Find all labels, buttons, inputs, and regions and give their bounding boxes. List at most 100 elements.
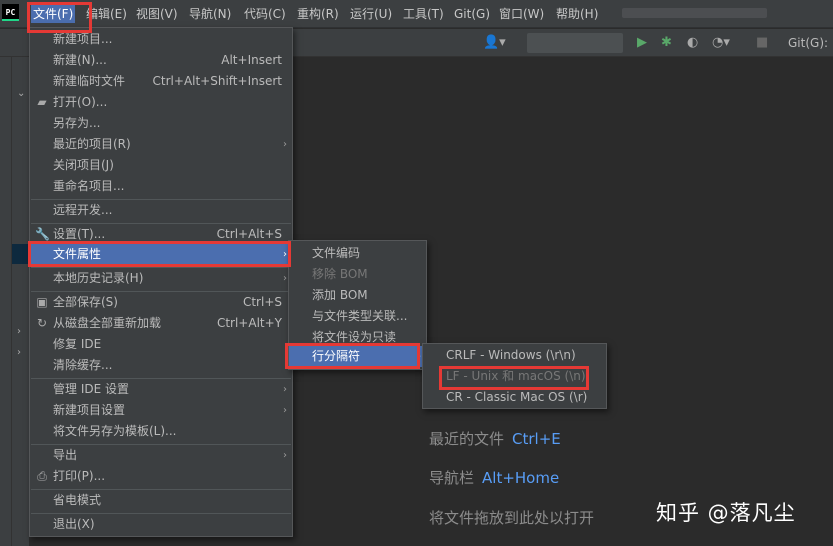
menu-item-close-project[interactable]: 关闭项目(J) <box>30 155 292 176</box>
menu-item-new-scratch-file[interactable]: 新建临时文件 Ctrl+Alt+Shift+Insert <box>30 71 292 92</box>
chevron-right-icon: › <box>283 450 287 461</box>
menu-item-label: 管理 IDE 设置 <box>53 382 129 396</box>
pycharm-logo-icon: PC <box>2 4 19 21</box>
chevron-right-icon: › <box>283 139 287 150</box>
menu-item-reload-all-from-disk[interactable]: ↻ 从磁盘全部重新加载 Ctrl+Alt+Y <box>30 313 292 334</box>
run-icon[interactable]: ▶ <box>637 35 647 51</box>
menu-refactor[interactable]: 重构(R) <box>297 5 339 23</box>
menu-item-save-file-as-template[interactable]: 将文件另存为模板(L)... <box>30 421 292 442</box>
menu-item-label: 新建(N)... <box>53 53 107 67</box>
menu-item-export[interactable]: 导出 › <box>30 445 292 466</box>
menu-help[interactable]: 帮助(H) <box>556 5 598 23</box>
stop-icon[interactable]: ■ <box>756 35 768 51</box>
menu-item-file-encoding[interactable]: 文件编码 <box>289 243 426 264</box>
menu-item-label: 关闭项目(J) <box>53 158 114 172</box>
menu-item-line-separators[interactable]: 行分隔符 › <box>289 346 426 367</box>
hint-navigation-bar-key: Alt+Home <box>482 469 560 487</box>
menu-item-label: 清除缓存... <box>53 358 113 372</box>
chevron-right-icon: › <box>283 405 287 416</box>
menu-item-remove-bom[interactable]: 移除 BOM <box>289 264 426 285</box>
menu-item-shortcut: Ctrl+Alt+Shift+Insert <box>152 74 282 88</box>
menu-tools[interactable]: 工具(T) <box>403 5 444 23</box>
menu-item-label: 文件编码 <box>312 246 361 260</box>
line-separator-submenu: CRLF - Windows (\r\n) LF - Unix 和 macOS … <box>422 343 607 409</box>
menu-item-label: 文件属性 <box>53 247 102 261</box>
menu-item-label: 退出(X) <box>53 517 95 531</box>
chevron-right-icon: › <box>283 249 287 260</box>
menu-item-power-save-mode[interactable]: 省电模式 <box>30 490 292 511</box>
hint-drop-files: 将文件拖放到此处以打开 <box>429 509 595 527</box>
menu-item-make-read-only[interactable]: 将文件设为只读 <box>289 327 426 348</box>
menu-item-crlf[interactable]: CRLF - Windows (\r\n) <box>423 345 606 366</box>
menu-item-label: 最近的项目(R) <box>53 137 131 151</box>
run-configuration-selector[interactable] <box>527 33 623 53</box>
debug-icon[interactable]: ✱ <box>661 35 672 51</box>
profile-icon[interactable]: ◔▾ <box>712 35 730 51</box>
menu-window[interactable]: 窗口(W) <box>499 5 544 23</box>
watermark: 知乎 @落凡尘 <box>656 501 796 525</box>
wrench-icon: 🔧 <box>35 227 50 241</box>
menu-item-label: 打印(P)... <box>53 469 106 483</box>
menu-item-remote-development[interactable]: 远程开发... <box>30 200 292 221</box>
file-menu: 新建项目... 新建(N)... Alt+Insert 新建临时文件 Ctrl+Al… <box>29 27 293 537</box>
menu-code[interactable]: 代码(C) <box>244 5 286 23</box>
menu-item-cr[interactable]: CR - Classic Mac OS (\r) <box>423 387 606 408</box>
menu-run[interactable]: 运行(U) <box>350 5 392 23</box>
menu-item-save-as[interactable]: 另存为... <box>30 113 292 134</box>
menu-item-print[interactable]: ⎙ 打印(P)... <box>30 466 292 487</box>
menu-item-settings[interactable]: 🔧 设置(T)... Ctrl+Alt+S <box>30 224 292 245</box>
menu-item-label: 重命名项目... <box>53 179 125 193</box>
menu-item-open[interactable]: ▰ 打开(O)... <box>30 92 292 113</box>
menu-item-lf[interactable]: LF - Unix 和 macOS (\n) <box>423 366 606 387</box>
menu-item-label: 远程开发... <box>53 203 113 217</box>
git-label: Git(G): <box>788 36 829 50</box>
user-icon[interactable]: 👤▾ <box>483 35 506 51</box>
hint-recent-files-label: 最近的文件 <box>429 430 505 448</box>
menu-item-exit[interactable]: 退出(X) <box>30 514 292 535</box>
menu-item-file-properties[interactable]: 文件属性 › <box>30 244 292 265</box>
chevron-down-icon[interactable]: ⌄ <box>17 88 25 99</box>
menu-item-label: 全部保存(S) <box>53 295 118 309</box>
menu-navigate[interactable]: 导航(N) <box>189 5 231 23</box>
menu-item-label: 将文件另存为模板(L)... <box>53 424 177 438</box>
chevron-right-icon: › <box>283 384 287 395</box>
chevron-right-icon[interactable]: › <box>17 326 21 337</box>
menu-item-rename-project[interactable]: 重命名项目... <box>30 176 292 197</box>
project-tree-selected-row[interactable] <box>12 244 29 264</box>
menu-view[interactable]: 视图(V) <box>136 5 178 23</box>
menu-item-label: 另存为... <box>53 116 101 130</box>
menu-item-recent-projects[interactable]: 最近的项目(R) › <box>30 134 292 155</box>
menu-item-manage-ide-settings[interactable]: 管理 IDE 设置 › <box>30 379 292 400</box>
menu-item-new-project[interactable]: 新建项目... <box>30 29 292 50</box>
menu-item-label: 打开(O)... <box>53 95 108 109</box>
menu-item-label: 行分隔符 <box>312 349 361 363</box>
menu-item-save-all[interactable]: ▣ 全部保存(S) Ctrl+S <box>30 292 292 313</box>
menu-item-associate-file-type[interactable]: 与文件类型关联... <box>289 306 426 327</box>
menu-item-new-project-settings[interactable]: 新建项目设置 › <box>30 400 292 421</box>
menu-item-add-bom[interactable]: 添加 BOM <box>289 285 426 306</box>
chevron-right-icon: › <box>417 351 421 362</box>
menu-git[interactable]: Git(G) <box>454 5 490 23</box>
menu-item-label: LF - Unix 和 macOS (\n) <box>446 369 586 383</box>
menu-item-label: 移除 BOM <box>312 267 368 281</box>
chevron-right-icon[interactable]: › <box>17 347 21 358</box>
menu-item-new[interactable]: 新建(N)... Alt+Insert <box>30 50 292 71</box>
hint-recent-files: 最近的文件 Ctrl+E <box>429 428 561 449</box>
folder-icon: ▰ <box>37 95 47 109</box>
menu-edit[interactable]: 编辑(E) <box>86 5 127 23</box>
left-tool-strip <box>0 57 12 546</box>
menu-item-repair-ide[interactable]: 修复 IDE <box>30 334 292 355</box>
menu-item-local-history[interactable]: 本地历史记录(H) › <box>30 268 292 289</box>
menu-item-label: 与文件类型关联... <box>312 309 408 323</box>
menu-item-label: 从磁盘全部重新加载 <box>53 316 162 330</box>
hint-recent-files-key: Ctrl+E <box>512 430 561 448</box>
menu-item-invalidate-caches[interactable]: 清除缓存... <box>30 355 292 376</box>
menu-item-label: 将文件设为只读 <box>312 330 397 344</box>
menu-item-label: CRLF - Windows (\r\n) <box>446 348 576 362</box>
printer-icon: ⎙ <box>37 469 47 483</box>
coverage-icon[interactable]: ◐ <box>687 35 698 51</box>
menubar: PC 文件(F) 编辑(E) 视图(V) 导航(N) 代码(C) 重构(R) 运… <box>0 0 833 28</box>
menu-file[interactable]: 文件(F) <box>31 5 76 23</box>
chevron-right-icon: › <box>283 273 287 284</box>
menu-item-label: 新建项目设置 <box>53 403 126 417</box>
